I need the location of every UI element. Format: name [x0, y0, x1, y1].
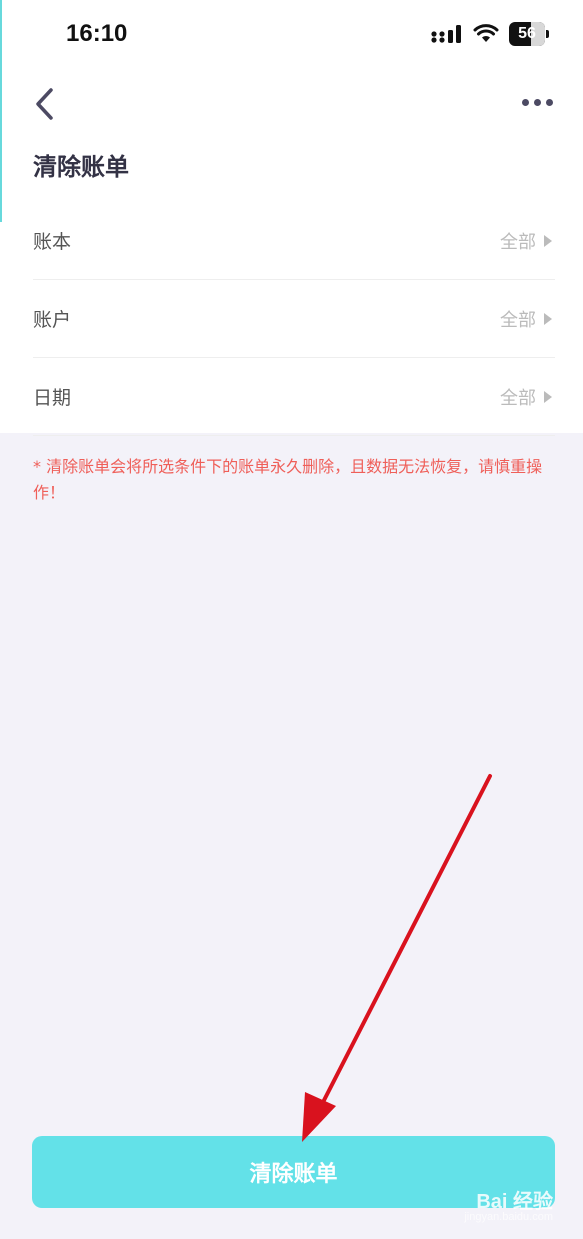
more-button[interactable]: [515, 86, 559, 118]
chevron-left-icon: [36, 88, 53, 120]
status-bar: 16:10 56: [0, 0, 583, 72]
filter-row-account[interactable]: 账户 全部: [33, 280, 555, 358]
clear-bills-screen: 16:10 56 清除账单 账本 全部 账户 全部 日期 全部 * 清除账单会将…: [0, 0, 583, 1239]
battery-level: 56: [518, 25, 536, 42]
wifi-icon: [473, 24, 499, 42]
watermark-url: jingyan.baidu.com: [464, 1211, 553, 1223]
filter-value-group: 全部: [500, 228, 555, 254]
page-title: 清除账单: [33, 153, 129, 181]
filter-value-group: 全部: [500, 306, 555, 332]
status-icons: 56: [431, 22, 549, 46]
battery-icon: 56: [509, 22, 549, 46]
filter-row-ledger[interactable]: 账本 全部: [33, 202, 555, 280]
more-dots-icon: [533, 98, 541, 106]
filter-value: 全部: [500, 387, 536, 409]
filter-value-group: 全部: [500, 384, 555, 410]
filter-value: 全部: [500, 231, 536, 253]
filter-label: 日期: [33, 387, 72, 409]
watermark-brand: Bai 经验: [476, 1191, 553, 1213]
filter-label: 账户: [33, 309, 72, 331]
status-time: 16:10: [66, 20, 128, 47]
cellular-signal-icon: [431, 25, 461, 43]
triangle-right-icon: [544, 390, 552, 403]
filter-list: 账本 全部 账户 全部 日期 全部: [33, 202, 555, 436]
triangle-right-icon: [544, 312, 552, 325]
triangle-right-icon: [544, 234, 552, 247]
more-dots-icon: [521, 98, 529, 106]
filter-row-date[interactable]: 日期 全部: [33, 358, 555, 436]
filter-label: 账本: [33, 231, 72, 253]
filter-value: 全部: [500, 309, 536, 331]
warning-text: * 清除账单会将所选条件下的账单永久删除，且数据无法恢复，请慎重操作！: [33, 457, 543, 502]
more-dots-icon: [545, 98, 553, 106]
nav-bar: [0, 78, 583, 128]
back-button[interactable]: [24, 82, 64, 126]
